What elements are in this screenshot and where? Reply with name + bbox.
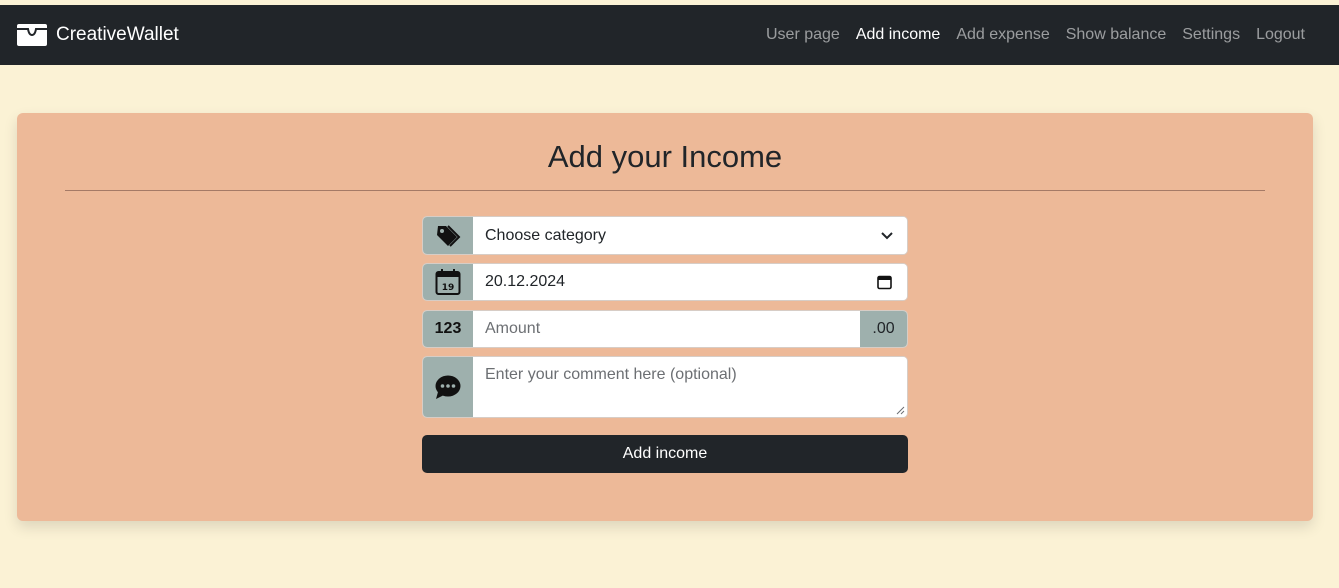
navbar: CreativeWallet User page Add income Add … [0,5,1339,65]
date-addon: 19 [423,264,473,300]
page-title: Add your Income [547,139,783,174]
nav-link-settings[interactable]: Settings [1182,26,1240,44]
income-card: Add your Income Choose category 19 20.12… [17,113,1313,521]
category-group: Choose category [422,216,908,255]
comment-addon [423,357,473,417]
tags-icon [437,224,461,247]
amount-input[interactable] [485,320,848,338]
comment-field [473,357,907,417]
amount-suffix: .00 [860,311,907,347]
date-group: 19 20.12.2024 [422,263,908,301]
brand[interactable]: CreativeWallet [17,5,179,65]
comment-textarea[interactable] [485,357,895,415]
amount-addon: 123 [423,311,473,347]
nav-links: User page Add income Add expense Show ba… [766,5,1305,65]
title-divider [65,190,1265,191]
calendar-icon-day: 19 [442,283,455,293]
chevron-down-icon [881,231,893,239]
category-select[interactable]: Choose category [473,217,907,254]
comment-group [422,356,908,418]
resize-handle-icon[interactable] [896,406,905,415]
category-addon [423,217,473,254]
date-input[interactable]: 20.12.2024 [473,264,907,300]
date-value: 20.12.2024 [485,273,566,290]
amount-group: 123 .00 [422,310,908,348]
nav-link-logout[interactable]: Logout [1256,26,1305,44]
wallet-icon [17,24,47,46]
amount-field [473,311,860,347]
calendar-icon: 19 [435,269,461,295]
brand-name: CreativeWallet [56,24,179,45]
nav-link-add-expense[interactable]: Add expense [956,26,1049,44]
add-income-button[interactable]: Add income [422,435,908,473]
nav-link-show-balance[interactable]: Show balance [1066,26,1167,44]
date-picker-icon[interactable] [877,275,892,290]
nav-link-user-page[interactable]: User page [766,26,840,44]
category-value: Choose category [485,226,606,244]
nav-link-add-income[interactable]: Add income [856,26,941,44]
chat-icon [435,375,461,399]
